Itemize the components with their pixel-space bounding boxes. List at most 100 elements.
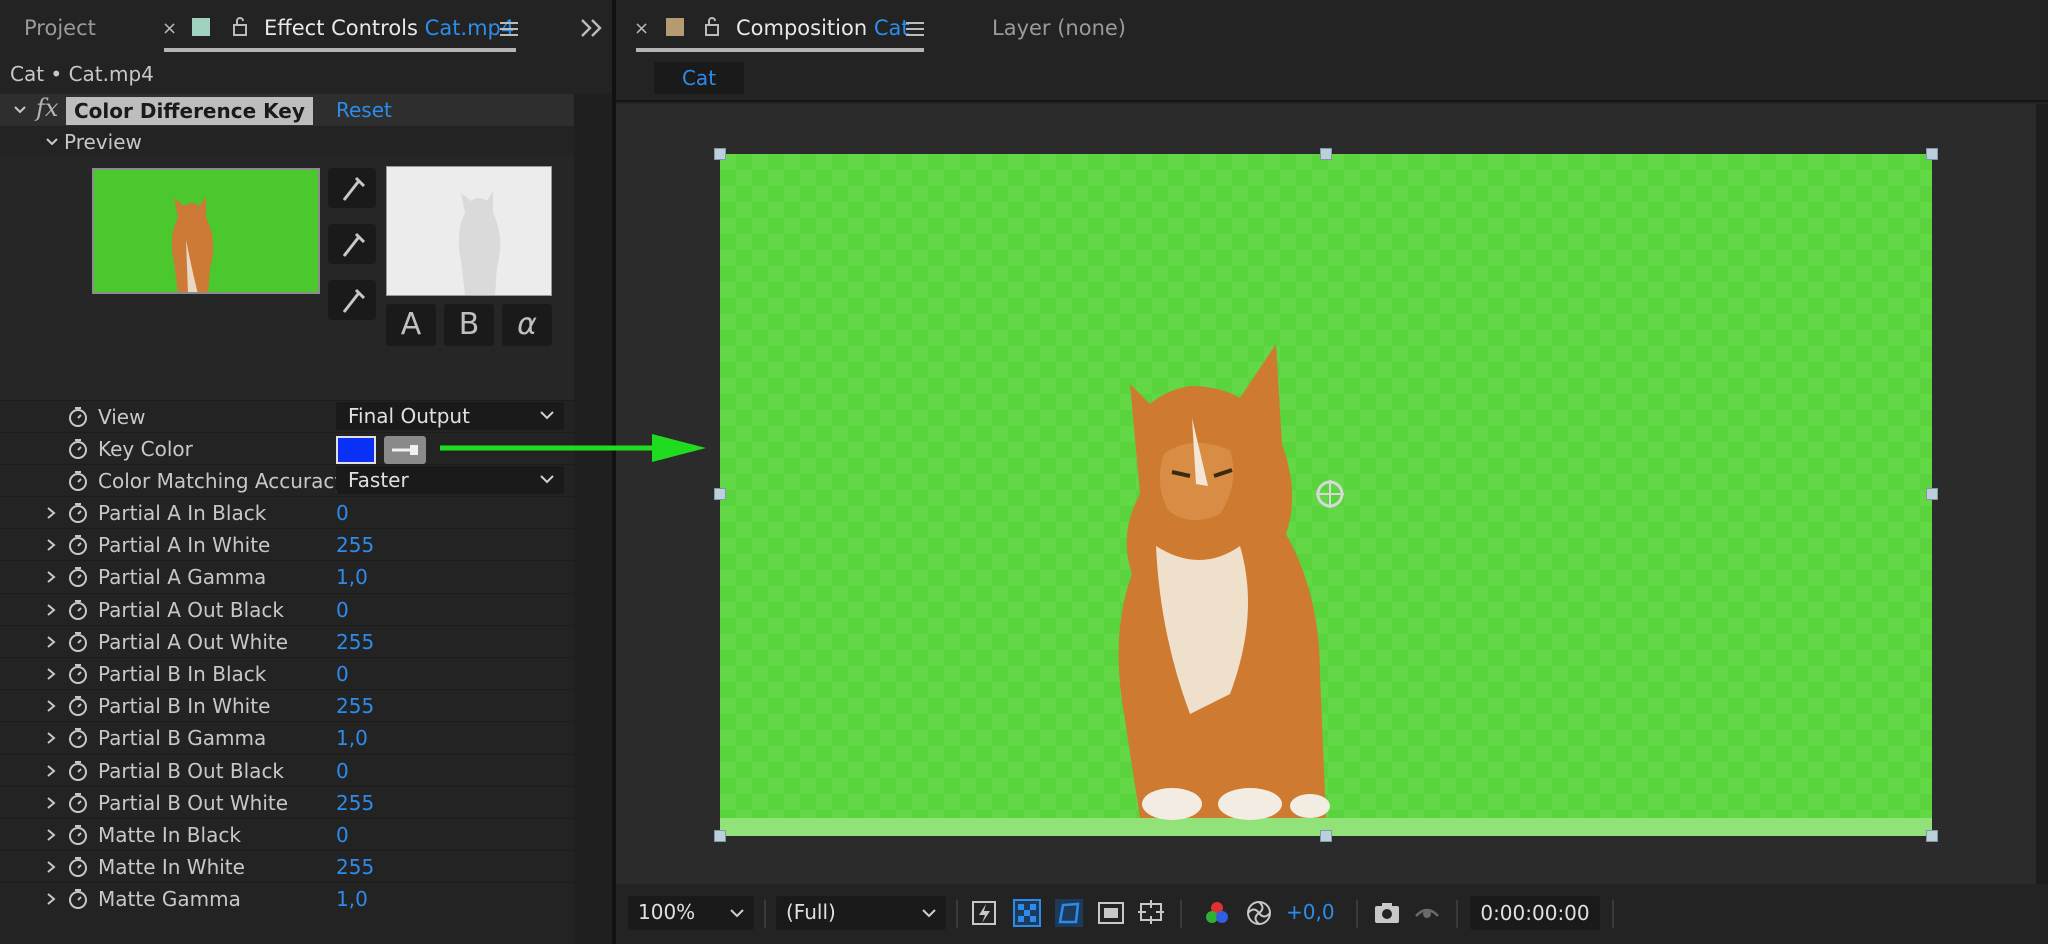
property-value[interactable]: 255 — [336, 533, 374, 557]
tab-layer[interactable]: Layer (none) — [992, 16, 1126, 40]
lock-icon[interactable] — [704, 16, 720, 36]
label-color-swatch[interactable] — [192, 18, 210, 36]
comp-navigator-button[interactable]: Cat — [654, 62, 744, 94]
twirl-arrow-icon[interactable] — [46, 797, 56, 809]
twirl-arrow-icon[interactable] — [14, 104, 26, 116]
stopwatch-icon[interactable] — [67, 727, 89, 749]
stopwatch-icon[interactable] — [67, 760, 89, 782]
stopwatch-icon[interactable] — [67, 438, 89, 460]
transform-handle[interactable] — [714, 830, 726, 842]
composition-canvas[interactable] — [720, 154, 1932, 836]
stopwatch-icon[interactable] — [67, 792, 89, 814]
view-dropdown[interactable]: Final Output — [336, 402, 564, 430]
property-value[interactable]: 0 — [336, 501, 349, 525]
twirl-arrow-icon[interactable] — [46, 700, 56, 712]
property-value[interactable]: 0 — [336, 662, 349, 686]
resolution-dropdown[interactable]: (Full) — [776, 896, 946, 930]
property-value[interactable]: 0 — [336, 759, 349, 783]
key-color-eyedropper[interactable] — [384, 436, 426, 464]
stopwatch-icon[interactable] — [67, 856, 89, 878]
panel-menu-icon[interactable] — [906, 22, 924, 38]
reset-button[interactable]: Reset — [336, 98, 392, 122]
zoom-dropdown[interactable]: 100% — [628, 896, 754, 930]
grid-guide-options-icon[interactable] — [1136, 898, 1166, 928]
property-value[interactable]: 1,0 — [336, 565, 368, 589]
stopwatch-icon[interactable] — [67, 534, 89, 556]
matte-thumbnail[interactable] — [386, 166, 552, 296]
composition-viewer[interactable] — [616, 104, 2036, 884]
property-value[interactable]: 255 — [336, 630, 374, 654]
transform-handle[interactable] — [714, 488, 726, 500]
transform-handle[interactable] — [1320, 830, 1332, 842]
transparency-grid-icon[interactable] — [1012, 898, 1042, 928]
exposure-value[interactable]: +0,0 — [1286, 900, 1335, 924]
property-value[interactable]: 255 — [336, 855, 374, 879]
panel-menu-icon[interactable] — [500, 22, 518, 38]
property-value[interactable]: 255 — [336, 694, 374, 718]
property-value[interactable]: 0 — [336, 823, 349, 847]
stopwatch-icon[interactable] — [67, 599, 89, 621]
source-thumbnail[interactable] — [92, 168, 320, 294]
partial-a-matte-button[interactable]: A — [386, 304, 436, 346]
stopwatch-icon[interactable] — [67, 406, 89, 428]
white-eyedropper-button[interactable] — [328, 280, 376, 320]
stopwatch-icon[interactable] — [67, 695, 89, 717]
stopwatch-icon[interactable] — [67, 502, 89, 524]
fx-toggle-icon[interactable]: fx — [36, 94, 58, 122]
alpha-matte-button[interactable]: α — [502, 304, 552, 346]
label-color-swatch[interactable] — [666, 18, 684, 36]
twirl-arrow-icon[interactable] — [46, 861, 56, 873]
tab-composition[interactable]: Composition Cat — [736, 16, 910, 40]
twirl-arrow-icon[interactable] — [46, 603, 56, 616]
color-management-icon[interactable] — [1244, 898, 1274, 928]
stopwatch-icon[interactable] — [67, 824, 89, 846]
twirl-arrow-icon[interactable] — [46, 571, 56, 584]
channels-icon[interactable] — [1202, 898, 1232, 928]
scrollbar-track[interactable] — [2036, 104, 2048, 884]
scrollbar-track[interactable] — [574, 94, 612, 944]
twirl-arrow-icon[interactable] — [46, 764, 56, 777]
fast-previews-icon[interactable] — [970, 898, 1000, 928]
property-value[interactable]: 0 — [336, 598, 349, 622]
close-tab-button[interactable]: × — [162, 18, 177, 39]
show-snapshot-icon[interactable] — [1412, 898, 1442, 928]
property-value[interactable]: 255 — [336, 791, 374, 815]
expand-panels-icon[interactable] — [578, 14, 604, 42]
twirl-arrow-icon[interactable] — [46, 829, 56, 841]
transform-handle[interactable] — [1926, 830, 1938, 842]
tab-project[interactable]: Project — [24, 16, 96, 40]
transform-handle[interactable] — [1926, 488, 1938, 500]
twirl-arrow-icon[interactable] — [46, 539, 56, 551]
snapshot-icon[interactable] — [1372, 898, 1402, 928]
property-value[interactable]: 1,0 — [336, 726, 368, 750]
twirl-arrow-icon[interactable] — [46, 507, 56, 519]
twirl-arrow-icon[interactable] — [46, 136, 58, 148]
tab-effect-controls[interactable]: Effect Controls Cat.mp4 — [264, 16, 514, 40]
region-of-interest-icon[interactable] — [1096, 898, 1126, 928]
color-matching-accuracy-dropdown[interactable]: Faster — [336, 466, 564, 494]
stopwatch-icon[interactable] — [67, 888, 89, 910]
effect-name[interactable]: Color Difference Key — [66, 97, 313, 125]
transform-handle[interactable] — [714, 148, 726, 160]
twirl-arrow-icon[interactable] — [46, 636, 56, 648]
twirl-arrow-icon[interactable] — [46, 732, 56, 745]
key-color-eyedropper-button[interactable] — [328, 168, 376, 208]
stopwatch-icon[interactable] — [67, 470, 89, 492]
black-eyedropper-button[interactable] — [328, 224, 376, 264]
property-row: Partial A Out White 255 — [0, 624, 574, 657]
twirl-arrow-icon[interactable] — [46, 893, 56, 906]
close-tab-button[interactable]: × — [634, 18, 649, 39]
property-value[interactable]: 1,0 — [336, 887, 368, 911]
key-color-swatch[interactable] — [336, 436, 376, 464]
partial-b-matte-button[interactable]: B — [444, 304, 494, 346]
mask-visibility-icon[interactable] — [1054, 898, 1084, 928]
current-time-display[interactable]: 0:00:00:00 — [1470, 896, 1600, 930]
stopwatch-icon[interactable] — [67, 663, 89, 685]
green-screen-cat-image — [720, 154, 1932, 836]
lock-icon[interactable] — [232, 16, 248, 36]
stopwatch-icon[interactable] — [67, 631, 89, 653]
stopwatch-icon[interactable] — [67, 566, 89, 588]
twirl-arrow-icon[interactable] — [46, 668, 56, 680]
transform-handle[interactable] — [1320, 148, 1332, 160]
transform-handle[interactable] — [1926, 148, 1938, 160]
